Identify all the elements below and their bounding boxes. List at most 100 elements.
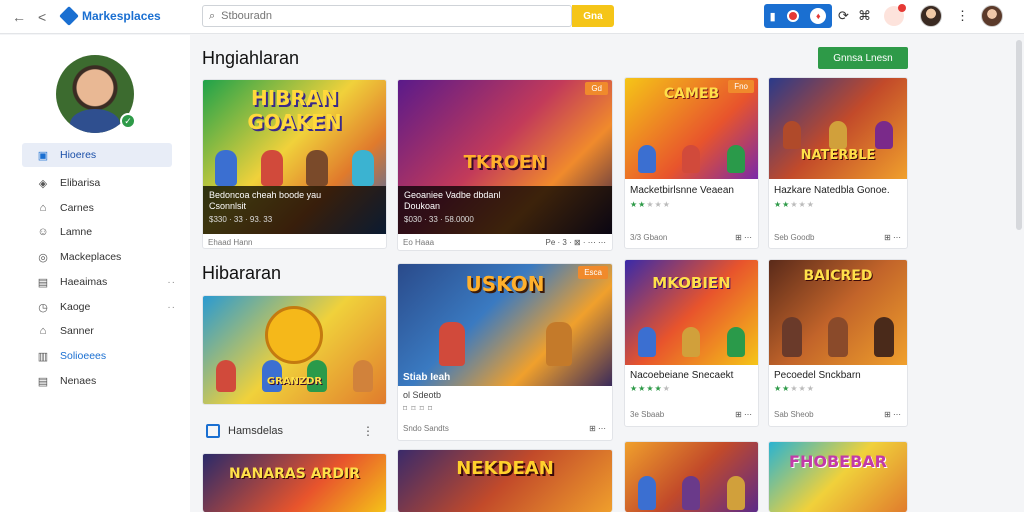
thumbnail-title: TKROEN	[463, 152, 547, 173]
cart-button-group[interactable]: ▮ ♦	[764, 4, 832, 28]
game-thumbnail: USKON Esca	[398, 264, 612, 386]
sidebar: ✓ ▣ Hioeres ◈ Elibarisa ⌂ Carnes ☺ Lamne…	[0, 35, 190, 512]
sidebar-item-clock[interactable]: ◷ Kaoge ··	[22, 295, 175, 319]
game-card[interactable]: BAICRED Pecoedel Snckbarn ★★★★★ Sab Sheo…	[768, 259, 908, 427]
friend-avatar[interactable]	[920, 5, 942, 27]
more-icon[interactable]: ··	[167, 302, 176, 313]
news-icon: ▤	[37, 375, 49, 388]
brand-logo-icon	[59, 6, 79, 26]
back-icon[interactable]: ←	[12, 9, 26, 25]
card-actions[interactable]: ⊞ ⋯	[884, 410, 901, 419]
card-actions[interactable]: ⊞ ⋯	[589, 424, 606, 433]
more-vertical-icon[interactable]: ⋮	[362, 424, 374, 438]
game-footer: Ehaad Hann	[208, 238, 253, 247]
friends-icon: ☺	[37, 226, 49, 238]
game-card[interactable]	[624, 441, 759, 512]
card-actions[interactable]: ⊞ ⋯	[884, 233, 901, 242]
game-subtitle: Csonnlsit	[209, 201, 247, 211]
badge: Gd	[585, 82, 608, 95]
game-card[interactable]: TKROEN Gd Geoaniee Vadbe dbdanl Doukoan …	[397, 79, 613, 251]
section-title-secondary: Hibararan	[202, 263, 282, 283]
sidebar-item-history[interactable]: ▤ Haeaimas ··	[22, 270, 175, 294]
rating-stars: ⌑ ⌑ ⌑ ⌑	[403, 404, 434, 413]
search-button[interactable]: Gna	[572, 5, 614, 27]
game-thumbnail: TKROEN Gd Geoaniee Vadbe dbdanl Doukoan …	[398, 80, 612, 234]
sidebar-item-home[interactable]: ▣ Hioeres	[22, 143, 172, 167]
sidebar-item-label: Hioeres	[60, 149, 97, 161]
forward-icon[interactable]: <	[38, 9, 46, 25]
scrollbar[interactable]	[1016, 40, 1022, 230]
community-icon[interactable]: ⌘	[858, 8, 871, 24]
game-footer: Sndo Sandts	[403, 424, 449, 433]
game-card[interactable]: USKON Esca Stiab Ieah ol Sdeotb ⌑ ⌑ ⌑ ⌑ …	[397, 263, 613, 441]
game-card[interactable]: CAMEB Fno Macketbirlsnne Veaean ★★★★★ 3/…	[624, 77, 759, 249]
game-thumbnail: GRANZDR	[203, 296, 386, 404]
history-icon: ▤	[37, 276, 49, 289]
shield-icon[interactable]: ♦	[810, 8, 827, 24]
rating-stars: ★★★★★	[774, 200, 815, 209]
category-label[interactable]: Hamsdelas	[206, 424, 283, 438]
clock-icon: ◷	[38, 301, 48, 314]
game-footer: Seb Goodb	[774, 233, 815, 242]
badge: Fno	[728, 80, 754, 93]
sidebar-item-label: Sanner	[60, 325, 94, 337]
game-thumbnail: HIBRAN GOAKEN Bedoncoa cheah boode yau C…	[203, 80, 386, 234]
game-name: Pecoedel Snckbarn	[774, 370, 861, 381]
brand[interactable]: Markesplaces	[59, 6, 161, 26]
game-description: Bedoncoa cheah boode yau	[209, 190, 322, 200]
game-card[interactable]: GRANZDR	[202, 295, 387, 405]
thumbnail-title: GRANZDR	[266, 376, 323, 387]
card-actions[interactable]: ⊞ ⋯	[735, 233, 752, 242]
sidebar-item-solutions[interactable]: ▥ Solioeees	[22, 344, 172, 368]
sidebar-item-label: Solioeees	[60, 350, 107, 362]
thumbnail-title: HIBRAN GOAKEN	[247, 86, 342, 134]
alert-badge-icon	[898, 4, 906, 12]
games-icon: ⌂	[39, 202, 47, 214]
game-subtitle: ol Sdeotb	[403, 390, 442, 400]
sidebar-item-games[interactable]: ⌂ Carnes	[22, 196, 172, 220]
game-card[interactable]: HIBRAN GOAKEN Bedoncoa cheah boode yau C…	[202, 79, 387, 249]
sidebar-item-store[interactable]: ⌂ Sanner	[22, 319, 172, 343]
sidebar-item-friends[interactable]: ☺ Lamne	[22, 220, 172, 244]
verified-check-icon: ✓	[120, 113, 136, 129]
thumbnail-title: FHOBEBAR	[789, 452, 887, 471]
game-card[interactable]: NANARAS ARDIR	[202, 453, 387, 512]
game-footer: Eo Haaa	[403, 238, 435, 247]
more-vertical-icon[interactable]: ⋮	[956, 8, 969, 24]
card-actions[interactable]: Pe · 3 · ⊠ · ⋯ ⋯	[546, 238, 607, 247]
sidebar-item-label: Carnes	[60, 202, 94, 214]
game-card[interactable]: FHOBEBAR	[768, 441, 908, 512]
category-icon	[206, 424, 220, 438]
top-bar: ← < Markesplaces ⌕ Gna ▮ ♦ ⟳ ⌘ ⋮	[0, 0, 1024, 34]
sidebar-item-marketplace[interactable]: ◎ Mackeplaces	[22, 245, 172, 269]
game-name: Nacoebeiane Snecaekt	[630, 370, 734, 381]
badge: Esca	[578, 266, 608, 279]
search-icon: ⌕	[209, 9, 216, 22]
home-icon: ▣	[37, 149, 49, 162]
game-thumbnail: NEKDEAN	[398, 450, 612, 512]
cart-icon[interactable]: ▮	[770, 10, 776, 23]
game-card[interactable]: MKOBIEN Nacoebeiane Snecaekt ★★★★★ 3e Sb…	[624, 259, 759, 427]
game-footer: 3/3 Gbaon	[630, 233, 668, 242]
search-input[interactable]	[221, 10, 542, 22]
more-icon[interactable]: ··	[167, 277, 176, 288]
user-avatar[interactable]	[981, 5, 1003, 27]
refresh-icon[interactable]: ⟳	[838, 8, 849, 24]
section-title: Hngiahlaran	[202, 48, 300, 68]
game-card[interactable]: NEKDEAN	[397, 449, 613, 512]
game-thumbnail: CAMEB Fno	[625, 78, 758, 179]
thumbnail-title: NEKDEAN	[456, 458, 554, 479]
game-name: Hazkare Natedbla Gonoe.	[774, 185, 890, 196]
game-thumbnail: FHOBEBAR	[769, 442, 907, 512]
sidebar-item-label: Nenaes	[60, 375, 97, 387]
browse-button[interactable]: Gnnsa Lnesn	[818, 47, 908, 69]
sidebar-item-news[interactable]: ▤ Nenaes	[22, 369, 172, 393]
sidebar-item-label: Haeaimas	[60, 276, 108, 288]
rating-stars: ★★★★★	[630, 200, 671, 209]
card-actions[interactable]: ⊞ ⋯	[735, 410, 752, 419]
game-card[interactable]: NATERBLE Hazkare Natedbla Gonoe. ★★★★★ S…	[768, 77, 908, 249]
sidebar-item-library[interactable]: ◈ Elibarisa	[22, 171, 172, 195]
game-thumbnail: NANARAS ARDIR	[203, 454, 386, 512]
sidebar-item-label: Mackeplaces	[60, 251, 122, 263]
game-price: $030 · 33 · 58.0000	[404, 215, 474, 224]
